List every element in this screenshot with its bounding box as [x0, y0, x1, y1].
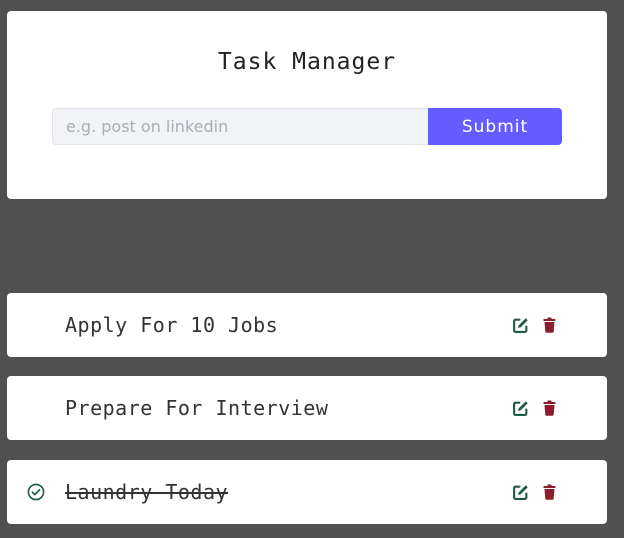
task-form: Submit	[52, 108, 562, 145]
edit-icon[interactable]	[512, 400, 529, 417]
page-title: Task Manager	[217, 49, 397, 75]
task-actions	[512, 400, 558, 417]
task-status-slot	[7, 460, 65, 524]
task-actions	[512, 484, 558, 501]
check-circle-icon[interactable]	[27, 483, 45, 501]
task-name[interactable]: Laundry Today	[65, 480, 512, 504]
task-input[interactable]	[52, 108, 428, 145]
edit-icon[interactable]	[512, 317, 529, 334]
task-status-slot	[7, 293, 65, 357]
trash-icon[interactable]	[541, 484, 558, 501]
task-item: Apply For 10 Jobs	[7, 293, 607, 357]
task-status-slot	[7, 376, 65, 440]
task-name[interactable]: Apply For 10 Jobs	[65, 313, 512, 337]
task-item: Laundry Today	[7, 460, 607, 524]
submit-button[interactable]: Submit	[428, 108, 562, 145]
edit-icon[interactable]	[512, 484, 529, 501]
task-actions	[512, 317, 558, 334]
task-form-card: Task Manager Submit	[7, 11, 607, 199]
task-item: Prepare For Interview	[7, 376, 607, 440]
task-name[interactable]: Prepare For Interview	[65, 396, 512, 420]
trash-icon[interactable]	[541, 317, 558, 334]
trash-icon[interactable]	[541, 400, 558, 417]
